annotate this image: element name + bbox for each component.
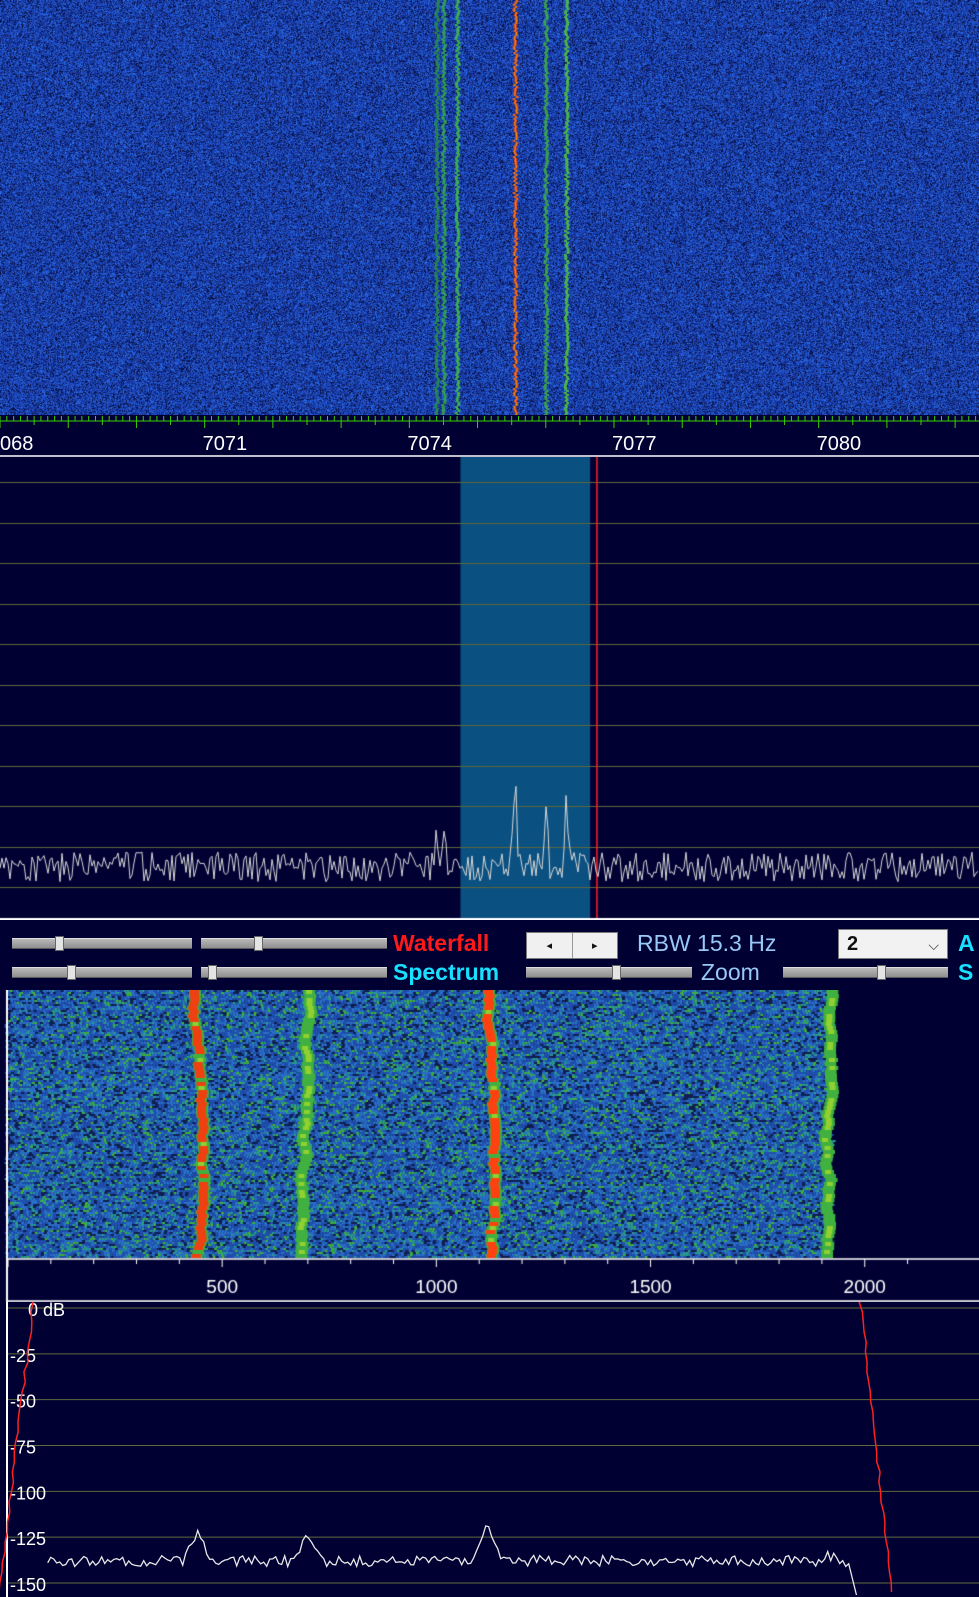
zoom-slider[interactable]	[526, 965, 692, 980]
spectrum-label: Spectrum	[393, 959, 500, 985]
slider-thumb[interactable]	[208, 965, 217, 980]
audio-spectrum-bg	[0, 1302, 979, 1597]
right-label-bottom: S	[958, 959, 974, 985]
slider-thumb[interactable]	[55, 936, 64, 951]
spectrum-slider-1[interactable]	[12, 965, 192, 980]
control-bar: Waterfall ◂ ▸ RBW 15.3 Hz 2 ⌵ A Spectrum…	[0, 920, 979, 990]
ruler-label: 7080	[817, 433, 862, 455]
zoom-label: Zoom	[701, 959, 760, 985]
waterfall-slider-2[interactable]	[201, 936, 387, 951]
ruler-label: 068	[0, 433, 33, 455]
slider-thumb[interactable]	[877, 965, 886, 980]
ruler-label: 7077	[612, 433, 657, 455]
prev-arrow-icon[interactable]: ◂	[527, 933, 573, 958]
slider-thumb[interactable]	[254, 936, 263, 951]
ruler-label: 7074	[407, 433, 452, 455]
audio-waterfall[interactable]	[0, 990, 979, 1302]
next-arrow-icon[interactable]: ▸	[573, 933, 618, 958]
db-label: -25	[10, 1346, 36, 1366]
main-waterfall[interactable]	[0, 0, 979, 415]
slider-thumb[interactable]	[612, 965, 621, 980]
averaging-select[interactable]: 2 ⌵	[838, 929, 948, 959]
db-label: -50	[10, 1392, 36, 1412]
waterfall-slider-1[interactable]	[12, 936, 192, 951]
speed-slider[interactable]	[783, 965, 948, 980]
main-spectrum[interactable]	[0, 457, 979, 920]
db-label: -100	[10, 1483, 46, 1503]
right-label-top: A	[958, 930, 975, 956]
db-label: -150	[10, 1575, 46, 1595]
spectrum-slider-2[interactable]	[201, 965, 387, 980]
db-label: -125	[10, 1529, 46, 1549]
averaging-value: 2	[847, 933, 859, 955]
slider-thumb[interactable]	[67, 965, 76, 980]
waterfall-label: Waterfall	[393, 930, 490, 956]
frequency-ruler[interactable]: 068 7071 7074 7077 7080	[0, 415, 979, 457]
frequency-step-buttons: ◂ ▸	[526, 932, 618, 959]
db-label: 0 dB	[28, 1302, 65, 1320]
ruler-labels: 068 7071 7074 7077 7080	[0, 433, 861, 455]
chevron-down-icon: ⌵	[928, 937, 939, 953]
ruler-label: 7071	[203, 433, 248, 455]
audio-spectrum[interactable]: 0 dB -25 -50 -75 -100 -125 -150	[0, 1302, 979, 1597]
rbw-label: RBW 15.3 Hz	[637, 930, 777, 956]
